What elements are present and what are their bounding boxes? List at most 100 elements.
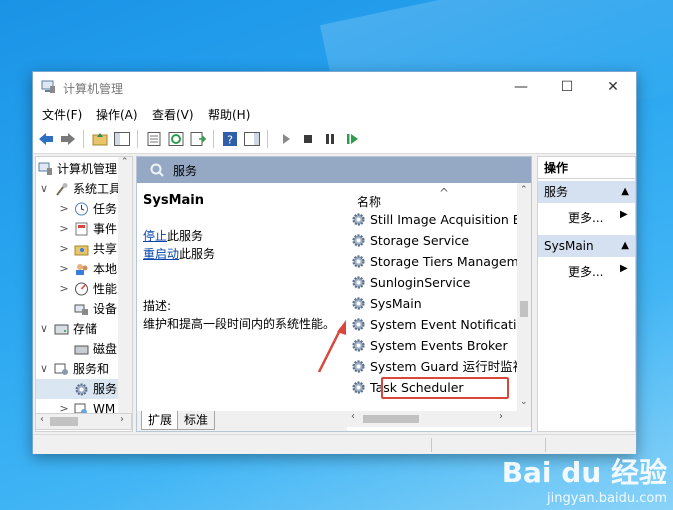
menu-action[interactable]: 操作(A) — [96, 106, 138, 123]
tree-item-label: 本地 — [93, 262, 118, 276]
service-gear-icon — [352, 276, 365, 289]
sort-ascending-icon: ^ — [439, 186, 450, 200]
service-row-name: System Events Broker — [370, 338, 508, 353]
menu-file[interactable]: 文件(F) — [42, 106, 82, 123]
restart-service-icon[interactable] — [343, 131, 361, 147]
baidu-jingyan-watermark: Bai du 经验 jingyan.baidu.com — [502, 451, 667, 506]
services-gear-icon — [75, 383, 88, 396]
service-row-name: SysMain — [370, 296, 422, 311]
task-scheduler-icon — [75, 202, 88, 216]
service-gear-icon — [352, 297, 365, 310]
tree-item-label: 设备 — [93, 302, 118, 316]
service-row[interactable]: Storage Service — [351, 230, 521, 251]
view-tabs: 扩展 标准 — [137, 411, 347, 431]
actions-group-services[interactable]: 服务 ▲ — [538, 181, 635, 203]
show-hide-console-tree-icon[interactable] — [113, 131, 131, 147]
tree-item-label: 服务和 — [73, 362, 110, 376]
sysmain-highlight-box — [381, 377, 509, 399]
collapse-up-icon[interactable]: ▲ — [621, 181, 629, 203]
stop-service-link[interactable]: 停止 — [143, 229, 167, 243]
tree-horizontal-scrollbar[interactable]: ‹ › — [35, 413, 132, 430]
properties-icon[interactable] — [145, 131, 163, 147]
tree-item-label: 事件 — [93, 222, 118, 236]
service-gear-icon — [352, 234, 365, 247]
refresh-icon[interactable] — [167, 131, 185, 147]
service-row[interactable]: Still Image Acquisition Ev — [351, 209, 521, 230]
export-list-icon[interactable] — [189, 131, 207, 147]
stop-service-suffix: 此服务 — [167, 229, 204, 243]
toolbar: ? — [33, 124, 636, 154]
expand-icon[interactable]: > — [58, 239, 70, 259]
tab-extended[interactable]: 扩展 — [141, 411, 180, 430]
service-row[interactable]: SunloginService — [351, 272, 521, 293]
performance-icon — [75, 282, 88, 296]
service-row-name: Storage Service — [370, 233, 470, 248]
tab-standard[interactable]: 标准 — [177, 411, 216, 430]
local-users-icon — [76, 264, 88, 275]
actions-more-sysmain-label: 更多... — [568, 265, 604, 279]
service-row-name: Still Image Acquisition Ev — [370, 212, 521, 227]
service-row[interactable]: System Events Broker — [351, 335, 521, 356]
service-row[interactable]: Storage Tiers Managem... — [351, 251, 521, 272]
services-apps-icon — [54, 363, 68, 375]
submenu-arrow-icon: ▶ — [620, 209, 628, 220]
services-search-icon — [150, 163, 164, 177]
stop-service-icon[interactable] — [299, 131, 317, 147]
collapse-up-icon[interactable]: ▲ — [621, 235, 629, 257]
service-gear-icon — [352, 255, 365, 268]
collapse-icon[interactable]: ∨ — [38, 319, 50, 339]
service-row-name: System Event Notificatio — [370, 317, 521, 332]
expand-icon[interactable]: > — [58, 259, 70, 279]
column-header-name[interactable]: 名称 — [357, 193, 381, 210]
expand-icon[interactable]: > — [58, 279, 70, 299]
services-header-title: 服务 — [173, 164, 198, 178]
close-button[interactable]: ✕ — [590, 72, 636, 102]
show-hide-action-pane-icon[interactable] — [243, 131, 261, 147]
tree-item-label: 服务 — [93, 382, 118, 396]
disk-management-icon — [74, 345, 89, 355]
actions-group-sysmain[interactable]: SysMain ▲ — [538, 235, 635, 257]
tree-item-label: 磁盘 — [93, 342, 118, 356]
description-text: 维护和提高一段时间内的系统性能。 — [143, 317, 336, 331]
service-row[interactable]: System Guard 运行时监视 — [351, 356, 521, 377]
actions-more-services[interactable]: 更多... ▶ — [568, 209, 628, 226]
tree-item-label: 性能 — [93, 282, 118, 296]
watermark-url: jingyan.baidu.com — [547, 491, 667, 506]
restart-service-link[interactable]: 重启动 — [143, 247, 179, 261]
service-row[interactable]: System Event Notificatio — [351, 314, 521, 335]
actions-title: 操作 — [538, 157, 635, 179]
actions-more-sysmain[interactable]: 更多... ▶ — [568, 263, 628, 280]
services-pane: 服务 SysMain 停止此服务 重启动 此服务 描述: 维护和提高一段时间内的系… — [136, 156, 532, 432]
description-label: 描述: — [143, 299, 172, 313]
expand-icon[interactable]: > — [58, 219, 70, 239]
forward-arrow-icon[interactable] — [59, 131, 77, 147]
pause-service-icon[interactable] — [321, 131, 339, 147]
start-service-icon[interactable] — [277, 131, 295, 147]
menu-view[interactable]: 查看(V) — [152, 106, 194, 123]
collapse-icon[interactable]: ∨ — [38, 359, 50, 379]
console-tree: 计算机管理 ∨ 系统工具 > 任务 > 事件 > 共享 > 本地 > 性能 设备 ∨ 存储 磁盘 ∨ 服务和 服务 > W… — [35, 156, 133, 432]
menu-bar: 文件(F) 操作(A) 查看(V) 帮助(H) — [33, 102, 636, 124]
list-horizontal-scrollbar[interactable]: ‹ › — [347, 411, 531, 427]
tree-vertical-scrollbar[interactable]: ⌃ — [118, 157, 132, 413]
shared-folder-icon — [74, 245, 89, 256]
maximize-button[interactable]: ☐ — [544, 72, 590, 102]
actions-group-sysmain-label: SysMain — [544, 239, 594, 253]
tools-icon — [56, 183, 68, 196]
computer-management-icon — [38, 162, 52, 175]
device-manager-icon — [74, 304, 88, 315]
collapse-icon[interactable]: ∨ — [38, 179, 50, 199]
up-folder-icon[interactable] — [91, 131, 109, 147]
minimize-button[interactable]: — — [498, 72, 544, 102]
expand-icon[interactable]: > — [58, 199, 70, 219]
event-viewer-icon — [75, 222, 88, 236]
actions-pane: 操作 服务 ▲ 更多... ▶ SysMain ▲ 更多... ▶ — [537, 156, 636, 432]
list-vertical-scrollbar[interactable]: ⌃ ⌄ — [517, 183, 531, 411]
stop-service-row: 停止此服务 — [143, 227, 203, 244]
back-arrow-icon[interactable] — [37, 131, 55, 147]
submenu-arrow-icon: ▶ — [620, 263, 628, 274]
help-icon[interactable]: ? — [221, 131, 239, 147]
tree-item-label: 任务 — [93, 202, 118, 216]
menu-help[interactable]: 帮助(H) — [208, 106, 250, 123]
service-row[interactable]: SysMain — [351, 293, 521, 314]
